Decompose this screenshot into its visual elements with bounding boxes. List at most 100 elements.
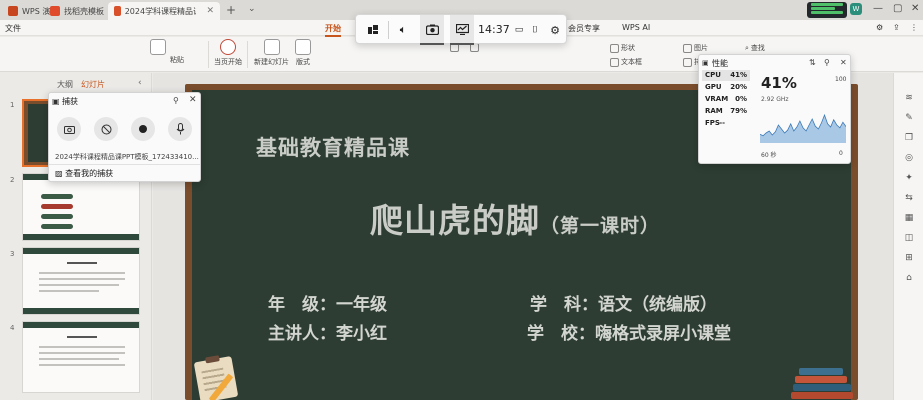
textbox-button[interactable]: 文本框	[610, 57, 642, 67]
slide-teacher[interactable]: 主讲人：李小红	[268, 319, 387, 344]
slide-number: 1	[10, 101, 15, 109]
paste-button[interactable]: 粘贴	[170, 55, 184, 65]
metric-row-fps[interactable]: FPS --	[702, 118, 728, 129]
tab-label: 2024学科课程精品课PPT模板	[124, 6, 197, 16]
pin-icon[interactable]: ⚲	[824, 58, 830, 67]
metric-value: --	[719, 119, 725, 127]
sidebar-tool-icon[interactable]: ⇆	[903, 193, 915, 203]
docer-logo-icon	[50, 6, 60, 16]
metric-value: 0%	[735, 95, 747, 103]
slide-subject[interactable]: 学 科：语文（统编版）	[530, 290, 717, 315]
slide-panel-tabs: 大纲 幻灯片	[57, 79, 105, 90]
gear-icon[interactable]: ⚙	[876, 23, 883, 32]
sidebar-tool-icon[interactable]: ⌂	[903, 273, 915, 283]
more-icon[interactable]: ⋮	[910, 23, 918, 32]
sidebar-tool-icon[interactable]: ◫	[903, 233, 915, 243]
wps-logo-icon	[8, 6, 18, 16]
new-tab-button[interactable]: +	[226, 3, 236, 17]
performance-icon: ▣	[702, 59, 709, 67]
ppt-file-icon	[114, 6, 121, 16]
sidebar-tool-icon[interactable]: ✎	[903, 113, 915, 123]
sidebar-tool-icon[interactable]: ✦	[903, 173, 915, 183]
menu-start[interactable]: 开始	[325, 23, 341, 37]
metric-name: GPU	[705, 83, 722, 91]
record-last-30s-button[interactable]	[94, 117, 118, 141]
options-icon[interactable]: ⇅	[809, 58, 816, 67]
slide-subtitle[interactable]: 基础教育精品课	[256, 132, 410, 162]
close-window-icon[interactable]: ✕	[911, 3, 919, 14]
tab-outline[interactable]: 大纲	[57, 79, 73, 90]
metric-row-gpu[interactable]: GPU 20%	[702, 82, 750, 93]
textbox-label: 文本框	[621, 58, 642, 66]
divider	[49, 164, 200, 165]
network-status-widget	[807, 2, 847, 18]
close-icon[interactable]: ✕	[840, 58, 847, 67]
slide-title-sub: （第一课时）	[540, 215, 661, 237]
metric-row-cpu[interactable]: CPU 41%	[702, 70, 750, 81]
metric-name: CPU	[705, 71, 721, 79]
widget-menu-icon[interactable]	[362, 15, 384, 45]
image-button[interactable]: 图片	[683, 43, 708, 53]
close-tab-icon[interactable]: ✕	[206, 6, 214, 16]
maximize-icon[interactable]: ▢	[893, 3, 902, 14]
slide-thumbnail-4[interactable]	[22, 321, 140, 393]
search-icon: ⌕	[745, 43, 749, 52]
find-button[interactable]: ⌕ 查找	[745, 43, 765, 53]
paste-label: 粘贴	[170, 56, 184, 64]
minimize-icon[interactable]: —	[873, 3, 883, 14]
slide-title[interactable]: 爬山虎的脚（第一课时）	[370, 194, 660, 242]
gear-icon[interactable]: ⚙	[546, 15, 564, 45]
view-captures-link[interactable]: ▨ 查看我的捕获	[55, 168, 113, 179]
capture-widget-header[interactable]: ▣ 捕获 ⚲ ✕	[49, 93, 200, 109]
screenshot-button[interactable]	[57, 117, 81, 141]
close-icon[interactable]: ✕	[189, 95, 197, 105]
sidebar-tool-icon[interactable]: ◎	[903, 153, 915, 163]
sidebar-tool-icon[interactable]: ⊞	[903, 253, 915, 263]
microphone-button[interactable]	[168, 117, 192, 141]
performance-widget-title: 性能	[712, 59, 728, 68]
audio-icon[interactable]: 🔈︎	[392, 15, 414, 45]
metric-value: 20%	[730, 83, 747, 91]
new-slide-button[interactable]: 新建幻灯片	[254, 39, 289, 67]
sidebar-tool-icon[interactable]: ❐	[903, 133, 915, 143]
play-icon	[220, 39, 236, 55]
slide-thumbnail-2[interactable]	[22, 173, 140, 241]
last-capture-filename[interactable]: 2024学科课程精品课PPT模板_172433410...	[55, 152, 199, 162]
slide-thumbnail-3[interactable]	[22, 247, 140, 315]
shape-button[interactable]: 形状	[610, 43, 635, 53]
history-icon	[101, 124, 111, 134]
sidebar-tool-icon[interactable]: ≋	[903, 93, 915, 103]
start-from-current-button[interactable]: 当页开始	[214, 39, 242, 67]
metric-name: FPS	[705, 119, 720, 127]
collapse-panel-icon[interactable]: ‹	[138, 78, 142, 88]
metric-name: RAM	[705, 107, 723, 115]
menu-wps-ai[interactable]: WPS AI	[622, 23, 650, 32]
tab-slides[interactable]: 幻灯片	[81, 79, 105, 90]
layout-button[interactable]: 版式	[295, 39, 311, 67]
avatar[interactable]: W	[850, 3, 862, 15]
paste-format-button[interactable]	[150, 39, 166, 57]
metric-row-ram[interactable]: RAM 79%	[702, 106, 750, 117]
pin-icon[interactable]: ⚲	[173, 96, 179, 105]
graph-min-label: 0	[839, 150, 843, 157]
slide-number: 2	[10, 176, 15, 184]
tab-template-store[interactable]: 找稻壳模板	[44, 2, 110, 20]
menu-file[interactable]: 文件	[5, 23, 21, 34]
arrange-icon	[683, 57, 692, 67]
capture-icon[interactable]	[420, 15, 444, 45]
clock: 14:37	[478, 23, 510, 36]
metric-row-vram[interactable]: VRAM 0%	[702, 94, 750, 105]
metric-name: VRAM	[705, 95, 729, 103]
tab-current-document[interactable]: 2024学科课程精品课PPT模板 ✕	[108, 2, 220, 20]
mouse-icon[interactable]: ⌷	[528, 15, 542, 45]
performance-icon[interactable]	[450, 15, 474, 45]
slide-school[interactable]: 学 校：嗨格式录屏小课堂	[527, 319, 731, 344]
share-icon[interactable]: ⇪	[893, 23, 900, 32]
tab-list-chevron-icon[interactable]: ⌄	[248, 4, 256, 14]
menu-member[interactable]: 会员专享	[568, 23, 600, 34]
find-label: 查找	[750, 44, 765, 52]
image-label: 图片	[694, 44, 708, 52]
sidebar-tool-icon[interactable]: ▦	[903, 213, 915, 223]
slide-grade[interactable]: 年 级：一年级	[268, 290, 387, 315]
start-recording-button[interactable]	[131, 117, 155, 141]
